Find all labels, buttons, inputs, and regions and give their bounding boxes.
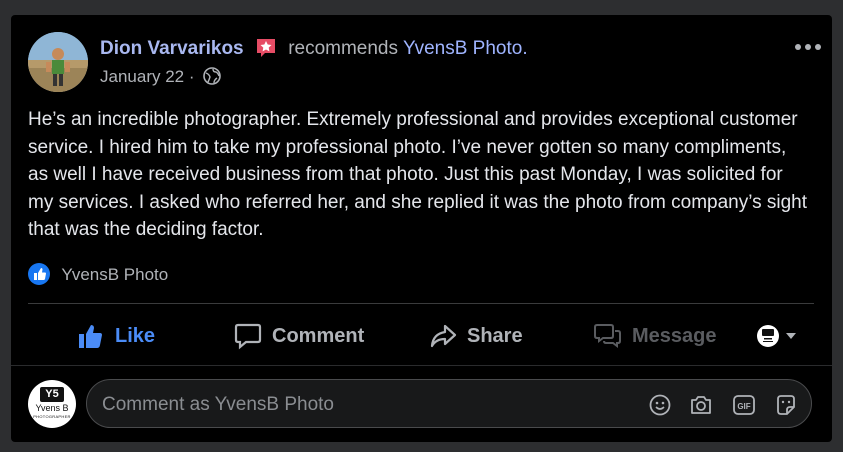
page-avatar[interactable]: Y5 Yvens B PHOTOGRAPHER (28, 380, 76, 428)
star-badge-icon (255, 36, 277, 58)
like-button[interactable]: Like (77, 321, 155, 351)
comment-button[interactable]: Comment (234, 321, 364, 351)
comment-bubble-icon (234, 323, 262, 350)
post-card: Dion Varvarikos recommends YvensB Photo.… (11, 15, 832, 442)
date-text[interactable]: January 22 · (100, 67, 195, 86)
message-button[interactable]: Message (594, 321, 717, 351)
post-header: Dion Varvarikos recommends YvensB Photo. (100, 36, 528, 60)
svg-text:GIF: GIF (737, 402, 750, 411)
logo-name: Yvens B (35, 403, 69, 413)
emoji-icon[interactable] (648, 393, 672, 417)
liked-by-text: YvensB Photo (61, 265, 169, 284)
page-avatar-small (757, 325, 779, 347)
post-body: He’s an incredible photographer. Extreme… (28, 109, 808, 240)
camera-icon[interactable] (689, 393, 713, 417)
globe-icon (203, 67, 222, 85)
comment-label: Comment (272, 324, 365, 347)
author-name[interactable]: Dion Varvarikos (100, 38, 244, 59)
post-date: January 22 · (100, 67, 222, 87)
message-label: Message (632, 324, 717, 347)
post-as-selector[interactable] (756, 321, 808, 351)
page-link[interactable]: YvensB Photo. (403, 38, 528, 59)
comment-bar: Y5 Yvens B PHOTOGRAPHER Comment as Yvens… (11, 365, 832, 442)
like-thumb-icon (79, 325, 102, 348)
comment-input[interactable]: Comment as YvensB Photo GIF (86, 379, 812, 428)
share-label: Share (467, 324, 523, 347)
reaction-summary[interactable]: YvensB Photo (28, 263, 168, 285)
like-label: Like (115, 324, 156, 347)
share-button[interactable]: Share (429, 321, 523, 351)
more-options-icon[interactable] (794, 39, 822, 50)
comment-placeholder: Comment as YvensB Photo (102, 394, 334, 415)
sticker-icon[interactable] (774, 393, 798, 417)
message-icon (594, 324, 621, 348)
actions-divider (28, 303, 814, 304)
logo-mark: Y5 (40, 387, 64, 402)
like-thumb-icon (28, 263, 50, 285)
recommends-text: recommends (288, 38, 399, 59)
author-avatar[interactable] (28, 32, 88, 92)
gif-icon[interactable]: GIF (732, 393, 756, 417)
share-arrow-icon (430, 324, 457, 348)
logo-sub: PHOTOGRAPHER (33, 414, 71, 419)
chevron-down-icon (786, 333, 796, 339)
